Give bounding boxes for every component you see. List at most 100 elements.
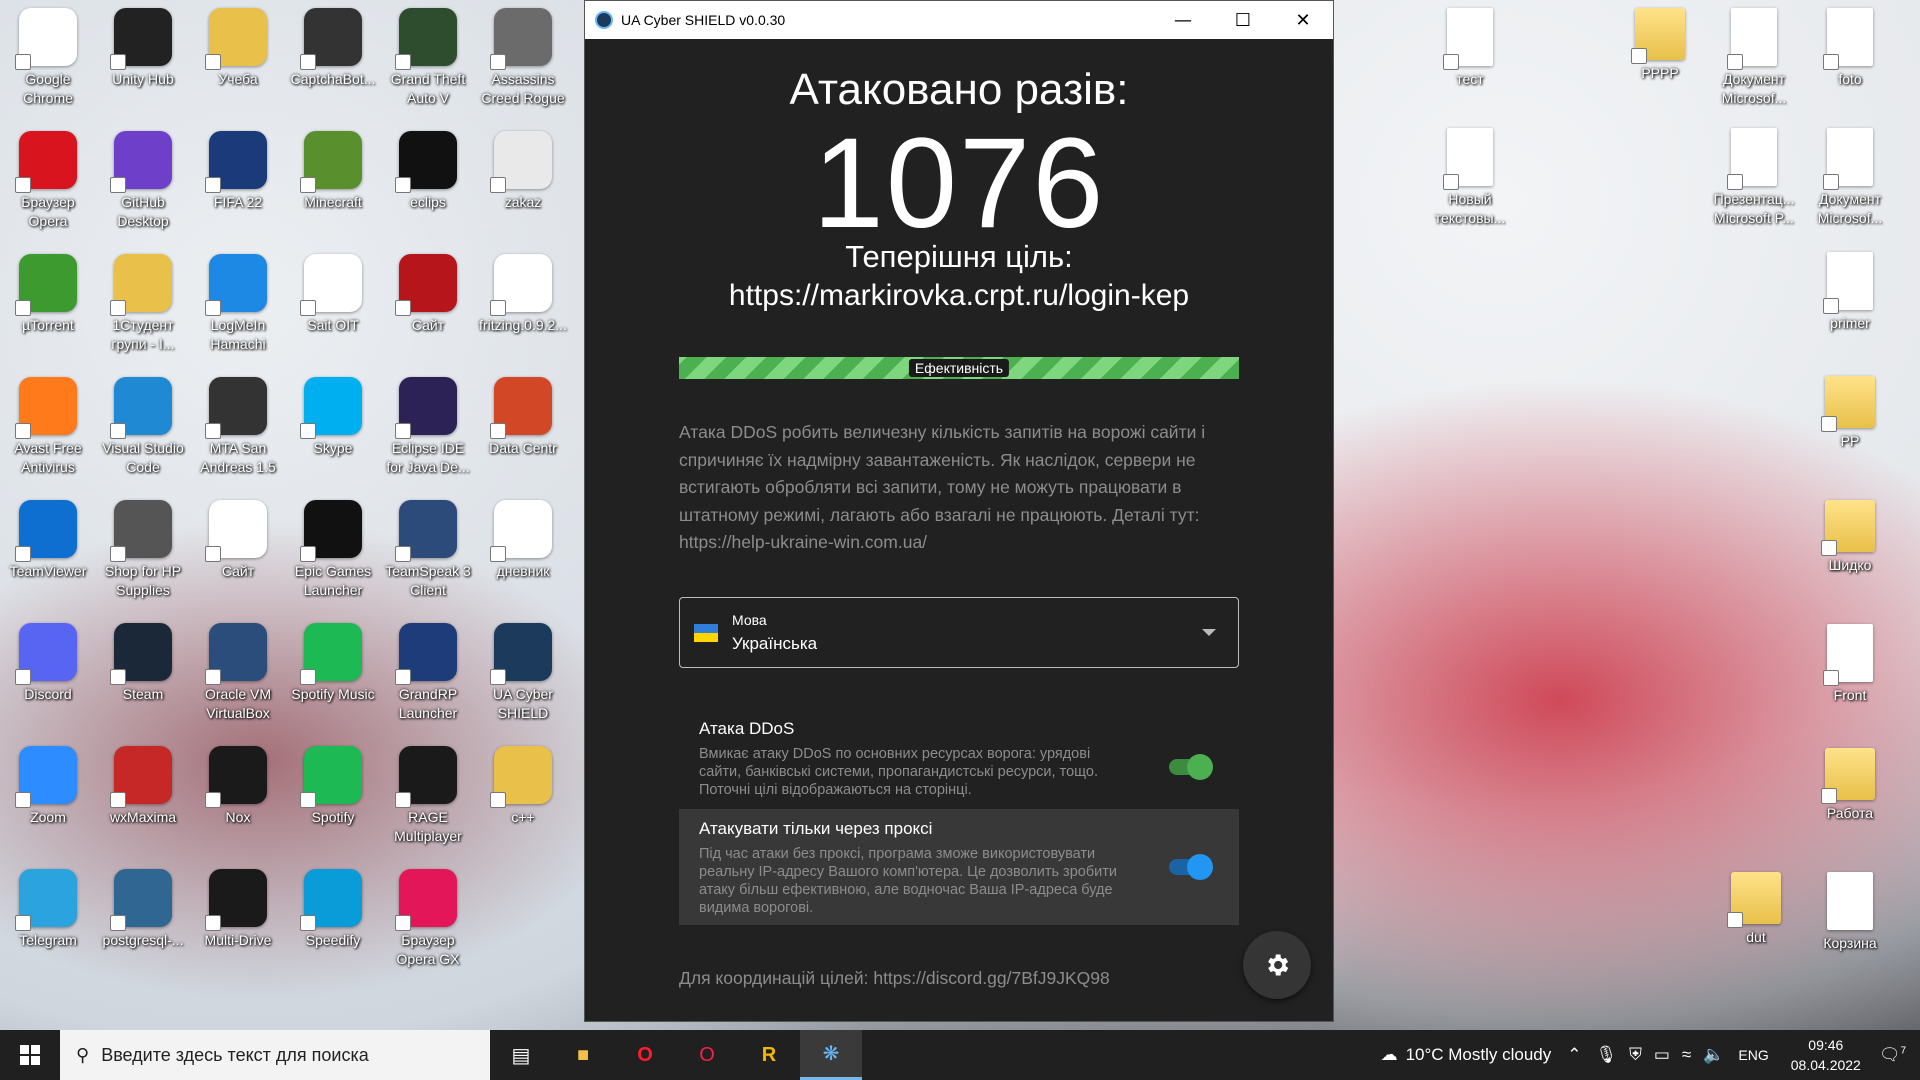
- battery-icon[interactable]: ▭: [1654, 1045, 1670, 1065]
- desktop-icon[interactable]: µTorrent: [2, 254, 94, 335]
- desktop-icon[interactable]: Spotify Music: [287, 623, 379, 704]
- desktop-icon[interactable]: Sait OIT: [287, 254, 379, 335]
- language-value: Українська: [732, 633, 818, 653]
- desktop-icon[interactable]: Epic Games Launcher: [287, 500, 379, 600]
- desktop-icon[interactable]: dut: [1710, 872, 1802, 947]
- desktop-icon[interactable]: postgresql-...: [97, 869, 189, 950]
- document-icon: [1443, 128, 1493, 190]
- opera-taskbar-icon[interactable]: O: [614, 1030, 676, 1080]
- desktop-icon[interactable]: Zoom: [2, 746, 94, 827]
- desktop-icon-label: Браузер Opera: [21, 194, 75, 229]
- language-select[interactable]: Мова Українська: [679, 597, 1239, 668]
- close-button[interactable]: ✕: [1273, 1, 1333, 39]
- desktop-icon[interactable]: Браузер Opera: [2, 131, 94, 231]
- desktop-icon[interactable]: Data Centr: [477, 377, 569, 458]
- taskbar-search[interactable]: ⚲ Введите здесь текст для поиска: [60, 1030, 490, 1080]
- desktop-icon[interactable]: Документ Microsof...: [1804, 128, 1896, 228]
- desktop-icon-label: Eclipse IDE for Java De...: [386, 440, 470, 475]
- desktop-icon[interactable]: Front: [1804, 624, 1896, 705]
- maximize-button[interactable]: ☐: [1213, 1, 1273, 39]
- start-button[interactable]: [0, 1030, 60, 1080]
- desktop-icon-label: Visual Studio Code: [102, 440, 184, 475]
- desktop-icon[interactable]: TeamSpeak 3 Client: [382, 500, 474, 600]
- desktop-icon[interactable]: Shop for HP Supplies: [97, 500, 189, 600]
- desktop-icon[interactable]: РРРР: [1614, 8, 1706, 83]
- desktop-icon[interactable]: Google Chrome: [2, 8, 94, 108]
- desktop-icon[interactable]: CaptchaBot...: [287, 8, 379, 89]
- desktop-icon[interactable]: Avast Free Antivirus: [2, 377, 94, 477]
- desktop-icon[interactable]: дневник: [477, 500, 569, 581]
- desktop-icon[interactable]: Работа: [1804, 748, 1896, 823]
- desktop-icon[interactable]: Сайт: [382, 254, 474, 335]
- desktop-icon[interactable]: Корзина: [1804, 872, 1896, 953]
- desktop-icon[interactable]: RAGE Multiplayer: [382, 746, 474, 846]
- footer-discord-link[interactable]: Для координацій цілей: https://discord.g…: [679, 968, 1110, 989]
- microphone-icon[interactable]: 🎙: [1596, 1045, 1618, 1065]
- desktop-icon[interactable]: Grand Theft Auto V: [382, 8, 474, 108]
- desktop-icon[interactable]: FIFA 22: [192, 131, 284, 212]
- desktop-icon-label: Front: [1833, 687, 1867, 703]
- desktop-icon[interactable]: Браузер Opera GX: [382, 869, 474, 969]
- desktop-icon[interactable]: 1Студент групи - I...: [97, 254, 189, 354]
- desktop-icon-label: wxMaxima: [109, 809, 177, 825]
- desktop-icon[interactable]: Учеба: [192, 8, 284, 89]
- desktop-icon[interactable]: Nox: [192, 746, 284, 827]
- desktop-icon[interactable]: foto: [1804, 8, 1896, 89]
- desktop-icon[interactable]: Telegram: [2, 869, 94, 950]
- desktop-icon[interactable]: Visual Studio Code: [97, 377, 189, 477]
- desktop-icon[interactable]: LogMeIn Hamachi: [192, 254, 284, 354]
- desktop-icon[interactable]: Minecraft: [287, 131, 379, 212]
- desktop-icon[interactable]: PP: [1804, 376, 1896, 451]
- desktop-icon[interactable]: Assassins Creed Rogue: [477, 8, 569, 108]
- desktop-icon[interactable]: TeamViewer: [2, 500, 94, 581]
- desktop-icon[interactable]: Skype: [287, 377, 379, 458]
- shield-icon[interactable]: ⛨: [1629, 1045, 1642, 1065]
- opera-gx-taskbar-icon[interactable]: O: [676, 1030, 738, 1080]
- desktop-icon[interactable]: GitHub Desktop: [97, 131, 189, 231]
- desktop-icon[interactable]: UA Cyber SHIELD: [477, 623, 569, 723]
- desktop-icon[interactable]: Документ Microsof...: [1708, 8, 1800, 108]
- desktop-icon[interactable]: Шидко: [1804, 500, 1896, 575]
- desktop-icon[interactable]: eclips: [382, 131, 474, 212]
- title-bar[interactable]: UA Cyber SHIELD v0.0.30 — ☐ ✕: [585, 1, 1333, 39]
- desktop-icon-label: Zoom: [30, 809, 66, 825]
- desktop-icon[interactable]: c++: [477, 746, 569, 827]
- desktop-icon[interactable]: Steam: [97, 623, 189, 704]
- settings-button[interactable]: [1243, 931, 1311, 999]
- clock[interactable]: 09:46 08.04.2022: [1791, 1035, 1861, 1075]
- ukraine-flag-icon: [694, 623, 718, 642]
- desktop-icon[interactable]: primer: [1804, 252, 1896, 333]
- desktop-icon[interactable]: Multi-Drive: [192, 869, 284, 950]
- desktop-icon-label: primer: [1830, 315, 1870, 331]
- desktop-icon[interactable]: тест: [1424, 8, 1516, 89]
- app-icon: [15, 869, 77, 931]
- desktop-icon[interactable]: GrandRP Launcher: [382, 623, 474, 723]
- keyboard-lang[interactable]: ENG: [1738, 1047, 1768, 1063]
- desktop-icon[interactable]: Презентац... Microsoft P...: [1708, 128, 1800, 228]
- desktop-icon[interactable]: fritzing.0.9.2...: [477, 254, 569, 335]
- option-proxy-title: Атакувати тільки через проксі: [699, 819, 933, 838]
- desktop-icon[interactable]: Новый текстовы...: [1424, 128, 1516, 228]
- volume-icon[interactable]: 🔈: [1703, 1045, 1724, 1065]
- weather-text[interactable]: 10°C Mostly cloudy: [1406, 1045, 1552, 1065]
- desktop-icon[interactable]: zakaz: [477, 131, 569, 212]
- task-view-button[interactable]: ▤: [490, 1030, 552, 1080]
- desktop-icon[interactable]: Eclipse IDE for Java De...: [382, 377, 474, 477]
- desktop-icon[interactable]: Unity Hub: [97, 8, 189, 89]
- proxy-toggle[interactable]: [1169, 854, 1213, 880]
- desktop-icon[interactable]: Speedify: [287, 869, 379, 950]
- desktop-icon[interactable]: wxMaxima: [97, 746, 189, 827]
- desktop-icon[interactable]: Сайт: [192, 500, 284, 581]
- desktop-icon[interactable]: Discord: [2, 623, 94, 704]
- notifications-button[interactable]: 🗨7: [1879, 1045, 1906, 1065]
- file-explorer-taskbar-icon[interactable]: ■: [552, 1030, 614, 1080]
- ua-cyber-shield-taskbar-icon[interactable]: ❋: [800, 1030, 862, 1080]
- desktop-icon[interactable]: MTA San Andreas 1.5: [192, 377, 284, 477]
- desktop-icon[interactable]: Spotify: [287, 746, 379, 827]
- network-icon[interactable]: ≈: [1682, 1045, 1691, 1065]
- desktop-icon[interactable]: Oracle VM VirtualBox: [192, 623, 284, 723]
- chevron-up-icon[interactable]: ⌃: [1567, 1045, 1581, 1065]
- rage-mp-taskbar-icon[interactable]: R: [738, 1030, 800, 1080]
- minimize-button[interactable]: —: [1153, 1, 1213, 39]
- ddos-toggle[interactable]: [1169, 754, 1213, 780]
